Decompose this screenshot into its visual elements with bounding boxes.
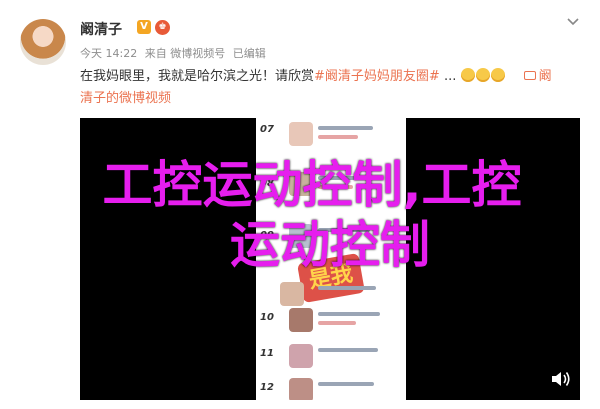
chevron-down-icon[interactable] [566,15,580,29]
post-body: 在我妈眼里，我就是哈尔滨之光！请欣赏 [80,69,315,84]
list-text [318,312,380,316]
rank-label: 10 [260,312,274,323]
edited-label: 已编辑 [232,47,266,60]
rank-label: 07 [260,124,274,135]
video-source-link[interactable]: 清子的微博视频 [80,91,171,106]
hashtag-link[interactable]: #阚清子妈妈朋友圈# [314,69,440,84]
list-thumbnail [289,122,313,146]
list-text [318,176,378,180]
author-link[interactable]: 阚 [539,69,552,84]
list-thumbnail [280,282,304,306]
emoji-icon [460,68,475,82]
list-thumbnail [289,224,313,248]
list-thumbnail [289,344,313,368]
list-text [318,185,353,189]
video-link-icon [523,71,536,80]
stamp-graphic: 是我 [296,252,366,304]
list-thumbnail [289,378,313,400]
post-text: 在我妈眼里，我就是哈尔滨之光！请欣赏#阚清子妈妈朋友圈# ... 阚 清子的微博… [80,66,580,110]
rank-label: 12 [260,382,274,393]
post-time: 今天 14:22 [80,47,138,60]
volume-icon[interactable] [550,370,572,388]
rank-label: 09 [260,230,274,241]
emoji-icon [490,68,505,82]
author-name[interactable]: 阚清子 [80,19,122,39]
vip-icon: ♚ [155,20,170,35]
post-meta: 今天 14:22 来自 微博视频号 已编辑 [80,45,270,61]
list-text [318,348,378,352]
list-thumbnail [289,308,313,332]
avatar[interactable] [20,19,66,65]
list-text [318,126,373,130]
rank-label: 11 [260,348,274,359]
rank-label: 08 [260,178,274,189]
list-text [318,321,356,325]
verified-icon: V [137,20,151,34]
post-source[interactable]: 来自 微博视频号 [145,47,226,60]
list-text [318,228,370,232]
list-text [318,135,358,139]
list-text [318,382,374,386]
list-text [318,286,376,290]
ellipsis: ... [443,69,457,84]
video-frame: 07 08 09 是我 10 11 12 [256,118,406,400]
emoji-group [460,68,506,84]
list-thumbnail [289,172,313,196]
post-header: 阚清子 V ♚ 今天 14:22 来自 微博视频号 已编辑 [20,15,580,65]
video-player[interactable]: 07 08 09 是我 10 11 12 工控运动控制,工控 运动控制 [80,118,580,400]
emoji-icon [475,68,490,82]
